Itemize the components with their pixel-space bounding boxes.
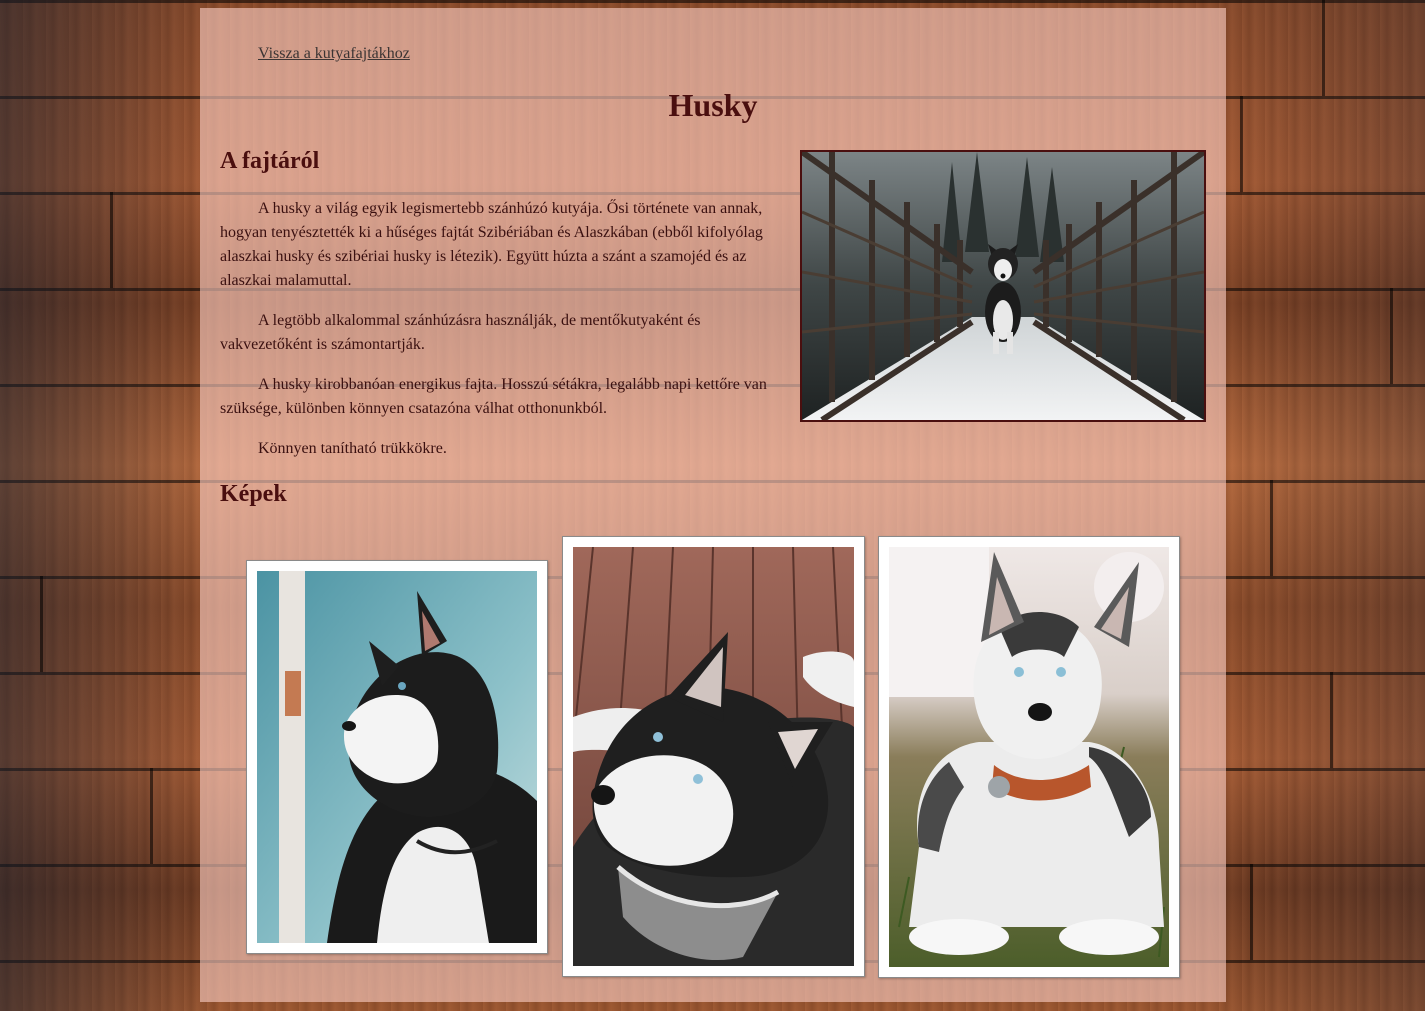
gallery-photo-1 [246,560,548,954]
plank-seam [1250,864,1253,960]
husky-profile-image [257,571,537,943]
husky-on-bridge-photo [800,150,1206,422]
about-paragraph: A husky a világ egyik legismertebb szánh… [220,200,763,289]
images-heading: Képek [220,481,287,507]
about-paragraph: A legtöbb alkalommal szánhúzásra használ… [220,312,701,353]
about-paragraph: Könnyen tanítható trükkökre. [258,440,447,457]
plank-seam [1322,0,1325,96]
husky-on-deck-image [573,547,854,966]
plank-seam [1270,480,1273,576]
plank-seam [40,576,43,672]
husky-puppy-image [889,547,1169,967]
content-panel: Vissza a kutyafajtákhoz Husky A fajtáról… [200,8,1226,1002]
back-to-breeds-link[interactable]: Vissza a kutyafajtákhoz [258,45,410,63]
page-title: Husky [668,87,758,123]
plank-seam [1330,672,1333,768]
plank-seam [1390,288,1393,384]
about-text: A husky a világ egyik legismertebb szánh… [220,197,775,477]
plank-seam [1240,96,1243,192]
plank-seam [110,192,113,288]
gallery-photo-3 [878,536,1180,978]
husky-on-bridge-image [802,152,1204,420]
about-paragraph: A husky kirobbanóan energikus fajta. Hos… [220,376,767,417]
plank-seam [150,768,153,864]
gallery-photo-2 [562,536,865,977]
about-heading: A fajtáról [220,148,320,174]
